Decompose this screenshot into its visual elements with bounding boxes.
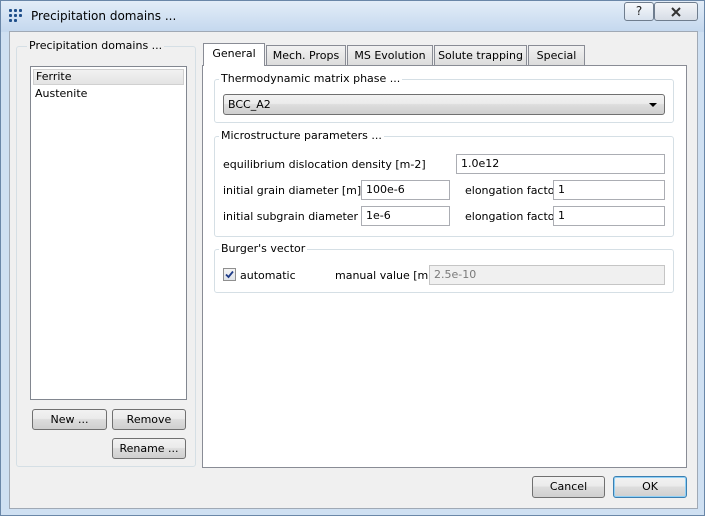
tab-solute-trapping[interactable]: Solute trapping [434, 45, 527, 65]
group-title: Burger's vector [219, 242, 308, 255]
cancel-button[interactable]: Cancel [532, 476, 605, 498]
grain-diameter-label: initial grain diameter [m] [223, 184, 362, 197]
dropdown-arrow-icon [649, 103, 657, 107]
checkmark-icon [225, 270, 234, 279]
dislocation-density-label: equilibrium dislocation density [m-2] [223, 158, 426, 171]
remove-domain-button[interactable]: Remove [112, 409, 186, 430]
tab-ms-evolution[interactable]: MS Evolution [347, 45, 433, 65]
title-bar[interactable]: Precipitation domains ... ? [1, 1, 704, 31]
subgrain-elongation-label: elongation factor [465, 210, 560, 223]
tab-mech-props[interactable]: Mech. Props [266, 45, 346, 65]
ok-button[interactable]: OK [613, 476, 687, 498]
matrix-phase-value: BCC_A2 [228, 98, 271, 111]
app-icon [9, 9, 23, 23]
subgrain-elongation-field[interactable]: 1 [553, 206, 665, 226]
group-title: Thermodynamic matrix phase ... [219, 72, 403, 85]
matrix-phase-select[interactable]: BCC_A2 [223, 94, 665, 115]
manual-value-field: 2.5e-10 [429, 265, 665, 285]
manual-value-label: manual value [m] [335, 269, 433, 282]
window-title: Precipitation domains ... [31, 9, 177, 23]
new-domain-button[interactable]: New ... [32, 409, 107, 430]
tab-special[interactable]: Special [528, 45, 585, 65]
dislocation-density-field[interactable]: 1.0e12 [456, 154, 665, 174]
grain-diameter-field[interactable]: 100e-6 [361, 180, 450, 200]
close-icon[interactable] [654, 2, 698, 21]
general-tab-panel: Thermodynamic matrix phase ... BCC_A2 Mi… [202, 65, 687, 468]
subgrain-diameter-label: initial subgrain diameter [m] [223, 210, 381, 223]
tab-general[interactable]: General [203, 43, 265, 66]
list-item[interactable]: Austenite [31, 85, 186, 102]
subgrain-diameter-field[interactable]: 1e-6 [361, 206, 450, 226]
group-title: Precipitation domains ... [27, 39, 165, 52]
grain-elongation-field[interactable]: 1 [553, 180, 665, 200]
rename-domain-button[interactable]: Rename ... [112, 438, 186, 459]
help-icon[interactable]: ? [624, 2, 654, 21]
automatic-label: automatic [240, 269, 296, 282]
dialog-window: Precipitation domains ... ? Precipitatio… [0, 0, 705, 516]
automatic-checkbox[interactable] [223, 268, 236, 281]
dialog-client-area: Precipitation domains ... Ferrite Austen… [9, 31, 698, 509]
domain-list[interactable]: Ferrite Austenite [30, 66, 187, 400]
list-item[interactable]: Ferrite [33, 69, 184, 85]
grain-elongation-label: elongation factor [465, 184, 560, 197]
group-title: Microstructure parameters ... [219, 129, 384, 142]
